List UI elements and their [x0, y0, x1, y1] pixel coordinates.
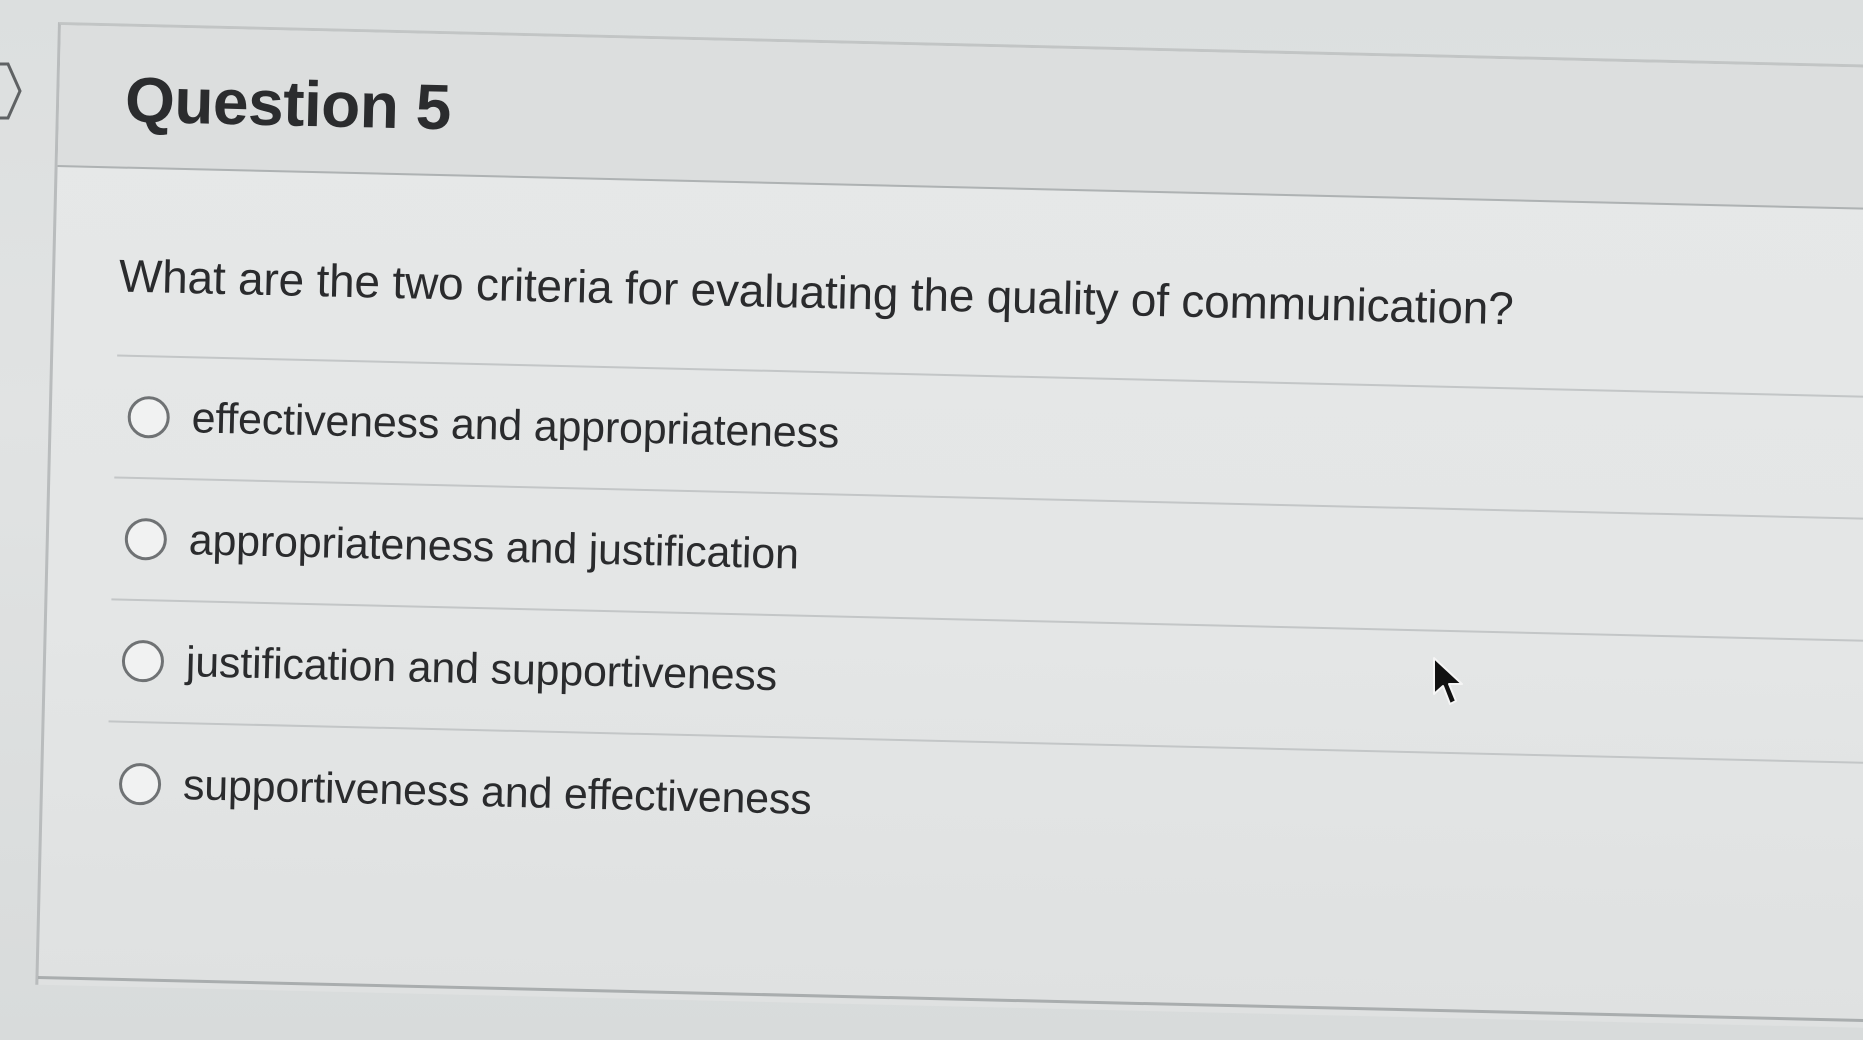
- radio-button-2[interactable]: [124, 517, 168, 561]
- radio-button-3[interactable]: [121, 639, 165, 683]
- mouse-pointer-icon: [1433, 657, 1463, 705]
- question-prompt: What are the two criteria for evaluating…: [118, 249, 1515, 335]
- radio-button-4[interactable]: [118, 762, 162, 806]
- answer-label-3: justification and supportiveness: [185, 637, 778, 700]
- question-card: Question 5 What are the two criteria for…: [35, 22, 1863, 1028]
- question-title: Question 5: [124, 63, 452, 144]
- answer-label-4: supportiveness and effectiveness: [182, 760, 813, 824]
- screen: Question 5 What are the two criteria for…: [0, 0, 1863, 1040]
- answer-label-1: effectiveness and appropriateness: [191, 393, 840, 458]
- question-body: What are the two criteria for evaluating…: [42, 167, 1863, 886]
- radio-button-1[interactable]: [127, 395, 171, 439]
- bookmark-flag-icon[interactable]: [0, 60, 24, 122]
- answer-label-2: appropriateness and justification: [188, 515, 800, 579]
- answer-list: effectiveness and appropriateness approp…: [105, 354, 1863, 886]
